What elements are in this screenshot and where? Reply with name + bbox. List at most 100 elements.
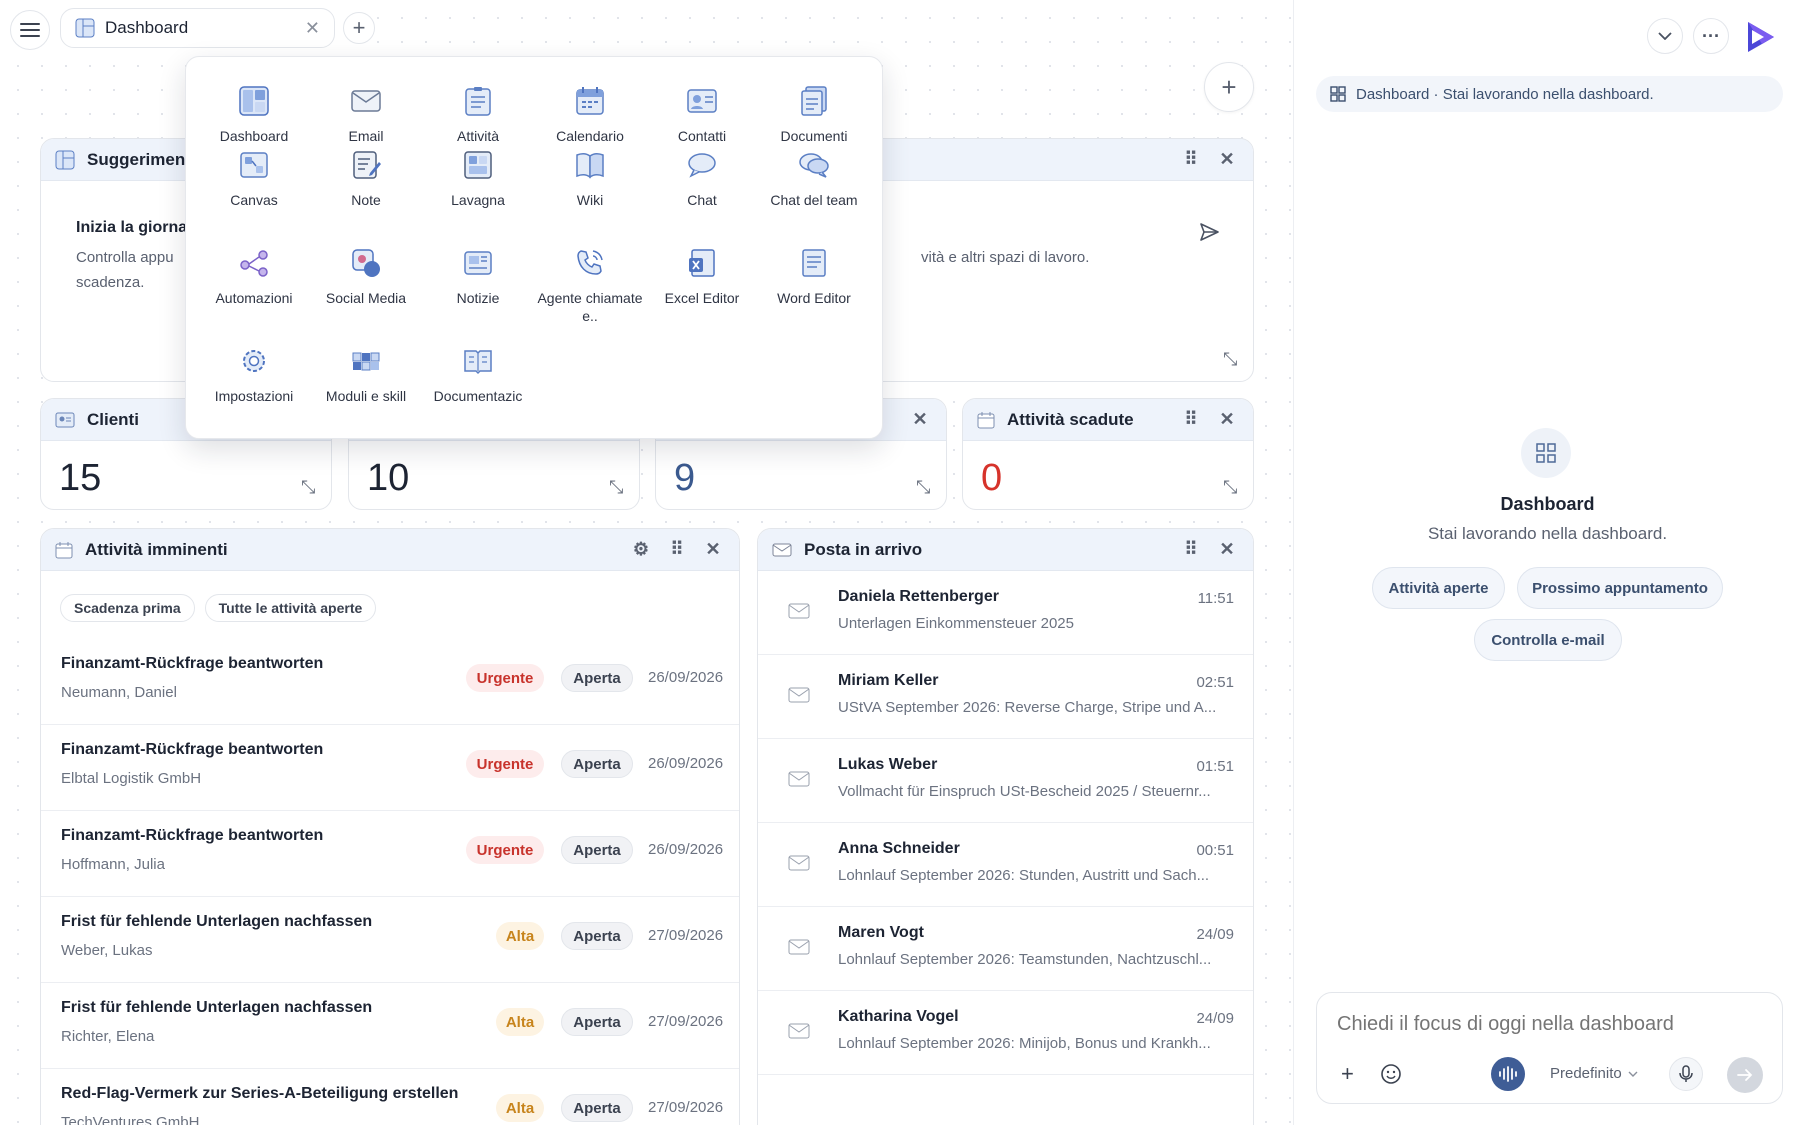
app-label: Word Editor bbox=[777, 290, 851, 306]
close-tab-icon[interactable]: ✕ bbox=[305, 18, 320, 39]
priority-badge: Alta bbox=[496, 1094, 544, 1122]
voice-mode-button[interactable] bbox=[1491, 1057, 1525, 1091]
more-icon: ··· bbox=[1702, 25, 1720, 46]
add-tab-button[interactable]: + bbox=[343, 12, 375, 44]
close-widget-icon[interactable]: ✕ bbox=[701, 539, 725, 560]
mail-subject: Unterlagen Einkommensteuer 2025 bbox=[838, 615, 1074, 632]
app-item-social-media[interactable]: Social Media bbox=[310, 247, 422, 307]
app-item-contacts[interactable]: Contatti bbox=[646, 85, 758, 145]
model-selector[interactable]: Predefinito bbox=[1550, 1065, 1638, 1082]
send-message-button[interactable] bbox=[1727, 1057, 1763, 1093]
task-row[interactable]: Frist für fehlende Unterlagen nachfassen… bbox=[41, 897, 739, 983]
status-badge: Aperta bbox=[561, 750, 633, 778]
dashboard-tab-icon bbox=[75, 18, 95, 38]
app-item-whiteboard[interactable]: Lavagna bbox=[422, 149, 534, 209]
app-label: Canvas bbox=[230, 192, 278, 208]
chat-input[interactable] bbox=[1337, 1009, 1757, 1039]
app-item-phone-agent[interactable]: Agente chiamate e.. bbox=[534, 247, 646, 325]
close-widget-icon[interactable]: ✕ bbox=[908, 409, 932, 430]
drag-handle-icon[interactable]: ⠿ bbox=[665, 539, 689, 560]
more-options-button[interactable]: ··· bbox=[1693, 18, 1729, 54]
stat-title: Attività scadute bbox=[1007, 409, 1134, 429]
task-row[interactable]: Finanzamt-Rückfrage beantworten Neumann,… bbox=[41, 639, 739, 725]
mail-row[interactable]: Anna Schneider 00:51 Lohnlauf September … bbox=[758, 823, 1253, 907]
task-row[interactable]: Finanzamt-Rückfrage beantworten Elbtal L… bbox=[41, 725, 739, 811]
suggestions-heading: Inizia la giorna bbox=[76, 219, 188, 236]
filter-icon[interactable]: ⚙ bbox=[629, 539, 653, 560]
suggestion-check-email[interactable]: Controlla e-mail bbox=[1474, 619, 1622, 661]
app-item-team-chat[interactable]: Chat del team bbox=[758, 149, 870, 209]
mail-sender: Katharina Vogel bbox=[838, 1008, 959, 1025]
collapse-button[interactable] bbox=[1647, 18, 1683, 54]
app-item-email[interactable]: Email bbox=[310, 85, 422, 145]
context-label: Dashboard · Stai lavorando nella dashboa… bbox=[1356, 85, 1654, 103]
dashboard-icon bbox=[239, 86, 269, 116]
app-item-calendar[interactable]: Calendario bbox=[534, 85, 646, 145]
stat-card-header: Attività scadute ⠿ ✕ bbox=[963, 399, 1253, 441]
task-row[interactable]: Red-Flag-Vermerk zur Series-A-Beteiligun… bbox=[41, 1069, 739, 1125]
grid-icon bbox=[1536, 443, 1556, 463]
documentation-icon bbox=[464, 350, 492, 375]
app-item-tasks[interactable]: Attività bbox=[422, 85, 534, 145]
tab-label: Dashboard bbox=[105, 18, 189, 37]
expand-icon[interactable]: ⤡ bbox=[1223, 349, 1237, 370]
drag-handle-icon[interactable]: ⠿ bbox=[1179, 149, 1203, 170]
close-widget-icon[interactable]: ✕ bbox=[1215, 409, 1239, 430]
send-icon[interactable] bbox=[1198, 221, 1220, 243]
app-item-settings[interactable]: Impostazioni bbox=[198, 345, 310, 405]
mail-row[interactable]: Miriam Keller 02:51 UStVA September 2026… bbox=[758, 655, 1253, 739]
app-item-wiki[interactable]: Wiki bbox=[534, 149, 646, 209]
expand-icon[interactable]: ⤡ bbox=[301, 477, 315, 498]
mail-row[interactable]: Katharina Vogel 24/09 Lohnlauf September… bbox=[758, 991, 1253, 1075]
app-item-word[interactable]: Word Editor bbox=[758, 247, 870, 307]
excel-icon bbox=[689, 249, 715, 277]
mail-row[interactable]: Daniela Rettenberger 11:51 Unterlagen Ei… bbox=[758, 571, 1253, 655]
app-label: Impostazioni bbox=[214, 388, 294, 404]
app-item-news[interactable]: Notizie bbox=[422, 247, 534, 307]
close-widget-icon[interactable]: ✕ bbox=[1215, 539, 1239, 560]
calendar-icon bbox=[576, 87, 604, 115]
mail-subject: Vollmacht für Einspruch USt-Bescheid 202… bbox=[838, 783, 1211, 800]
context-chip[interactable]: Dashboard · Stai lavorando nella dashboa… bbox=[1316, 76, 1783, 112]
app-item-chat[interactable]: Chat bbox=[646, 149, 758, 209]
stat-value: 9 bbox=[674, 457, 696, 499]
emoji-icon[interactable] bbox=[1380, 1063, 1402, 1085]
main-menu-button[interactable] bbox=[10, 10, 50, 50]
close-widget-icon[interactable]: ✕ bbox=[1215, 149, 1239, 170]
drag-handle-icon[interactable]: ⠿ bbox=[1179, 409, 1203, 430]
status-badge: Aperta bbox=[561, 664, 633, 692]
mail-row[interactable]: Maren Vogt 24/09 Lohnlauf September 2026… bbox=[758, 907, 1253, 991]
task-row[interactable]: Frist für fehlende Unterlagen nachfassen… bbox=[41, 983, 739, 1069]
app-item-excel[interactable]: Excel Editor bbox=[646, 247, 758, 307]
app-item-documents[interactable]: Documenti bbox=[758, 85, 870, 145]
filter-chip-due-first[interactable]: Scadenza prima bbox=[60, 594, 195, 622]
expand-icon[interactable]: ⤡ bbox=[609, 477, 623, 498]
suggestions-text-2: scadenza. bbox=[76, 274, 145, 291]
envelope-icon bbox=[788, 1023, 810, 1039]
expand-icon[interactable]: ⤡ bbox=[1223, 477, 1237, 498]
task-row[interactable]: Finanzamt-Rückfrage beantworten Hoffmann… bbox=[41, 811, 739, 897]
mail-row[interactable]: Lukas Weber 01:51 Vollmacht für Einspruc… bbox=[758, 739, 1253, 823]
add-widget-button[interactable]: + bbox=[1204, 62, 1254, 112]
tab-dashboard[interactable]: Dashboard ✕ bbox=[60, 8, 335, 48]
app-item-note[interactable]: Note bbox=[310, 149, 422, 209]
app-item-modules[interactable]: Moduli e skill bbox=[310, 345, 422, 405]
app-item-dashboard[interactable]: Dashboard bbox=[198, 85, 310, 145]
app-item-automations[interactable]: Automazioni bbox=[198, 247, 310, 307]
suggestion-next-appointment[interactable]: Prossimo appuntamento bbox=[1517, 567, 1723, 609]
tasks-card-header: Attività imminenti ⚙ ⠿ ✕ bbox=[41, 529, 739, 571]
drag-handle-icon[interactable]: ⠿ bbox=[1179, 539, 1203, 560]
app-label: Automazioni bbox=[215, 290, 293, 306]
expand-icon[interactable]: ⤡ bbox=[916, 477, 930, 498]
microphone-button[interactable] bbox=[1669, 1057, 1703, 1091]
dashboard-icon bbox=[55, 150, 75, 169]
chat-icon bbox=[688, 153, 716, 178]
assistant-panel: ··· Dashboard · Stai lavorando nella das… bbox=[1293, 0, 1800, 1125]
attach-icon[interactable]: + bbox=[1341, 1061, 1354, 1087]
app-item-documentation[interactable]: Documentazic bbox=[422, 345, 534, 405]
envelope-icon bbox=[788, 603, 810, 619]
suggestion-open-tasks[interactable]: Attività aperte bbox=[1372, 567, 1505, 609]
mail-sender: Lukas Weber bbox=[838, 756, 938, 773]
filter-chip-all-open[interactable]: Tutte le attività aperte bbox=[204, 594, 377, 622]
app-item-canvas[interactable]: Canvas bbox=[198, 149, 310, 209]
